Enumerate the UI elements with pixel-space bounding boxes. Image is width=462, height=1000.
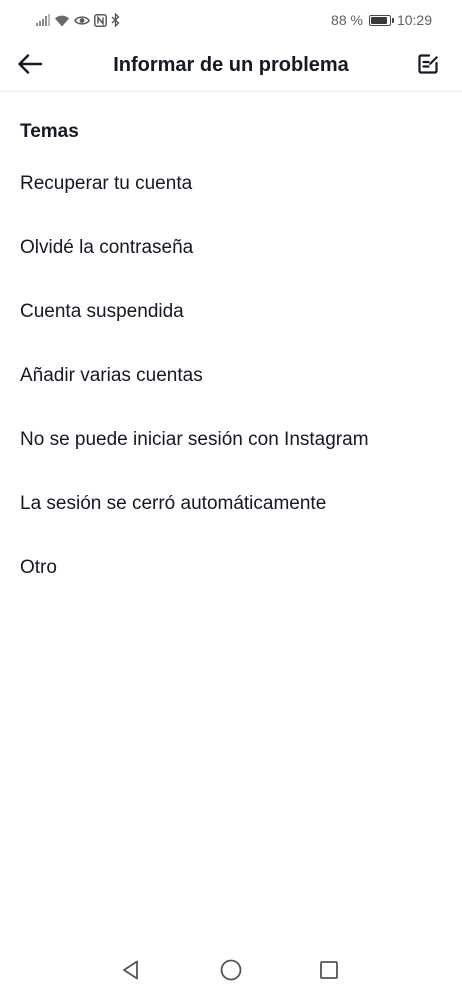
topic-item-anadir-cuentas[interactable]: Añadir varias cuentas [0, 358, 462, 422]
battery-percent: 88 % [331, 12, 363, 28]
edit-note-icon [416, 52, 440, 81]
topic-item-otro[interactable]: Otro [0, 550, 462, 614]
arrow-left-icon [17, 53, 43, 80]
nav-recent-button[interactable] [309, 952, 349, 992]
topic-item-sesion-cerrada[interactable]: La sesión se cerró automáticamente [0, 486, 462, 550]
signal-icon [36, 14, 50, 26]
status-bar: 88 % 10:29 [0, 0, 462, 38]
system-nav-bar [0, 944, 462, 1000]
wifi-icon [54, 14, 70, 27]
eye-icon [74, 15, 90, 26]
back-button[interactable] [14, 50, 46, 82]
app-header: Informar de un problema [0, 38, 462, 92]
battery-fill [370, 16, 387, 24]
page-title: Informar de un problema [113, 54, 349, 76]
nav-home-icon [219, 958, 243, 987]
topic-item-instagram-login[interactable]: No se puede iniciar sesión con Instagram [0, 422, 462, 486]
status-icons-right: 88 % 10:29 [331, 10, 432, 30]
topic-list: Recuperar tu cuenta Olvidé la contraseña… [0, 166, 462, 614]
screen: 88 % 10:29 Informar de un problema Temas… [0, 0, 462, 1000]
bluetooth-icon [111, 13, 120, 27]
topic-item-recuperar-cuenta[interactable]: Recuperar tu cuenta [0, 166, 462, 230]
topic-item-cuenta-suspendida[interactable]: Cuenta suspendida [0, 294, 462, 358]
battery-icon [368, 14, 394, 26]
nav-recent-icon [318, 959, 340, 986]
nav-back-icon [120, 959, 142, 986]
clock: 10:29 [396, 12, 432, 28]
nav-home-button[interactable] [211, 952, 251, 992]
nfc-icon [94, 13, 107, 27]
nav-back-button[interactable] [111, 952, 151, 992]
section-title: Temas [20, 121, 79, 142]
edit-note-button[interactable] [412, 50, 444, 82]
topic-item-olvide-contrasena[interactable]: Olvidé la contraseña [0, 230, 462, 294]
status-icons-left [36, 11, 120, 29]
